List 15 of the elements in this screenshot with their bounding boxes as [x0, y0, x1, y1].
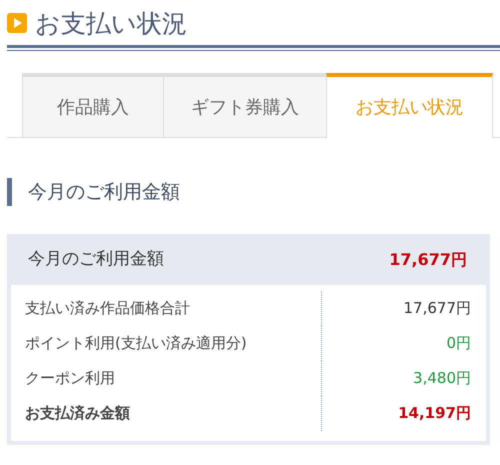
row-label: お支払済み金額: [11, 396, 322, 431]
row-label: 支払い済み作品価格合計: [11, 291, 322, 326]
summary-label: 今月のご利用金額: [28, 248, 164, 271]
summary-amount: 17,677円: [389, 248, 467, 270]
page-title: お支払い状況: [35, 10, 187, 36]
tab[interactable]: ギフト券購入: [163, 73, 327, 137]
tab[interactable]: 作品購入: [22, 73, 164, 137]
row-amount: 17,677円: [402, 298, 472, 320]
section-heading: 今月のご利用金額: [7, 178, 500, 206]
row-label: クーポン利用: [11, 361, 322, 396]
row-amount: 14,197円: [397, 403, 472, 424]
row-amount: 0円: [445, 333, 472, 354]
row-label: ポイント利用(支払い済み適用分): [11, 326, 322, 361]
play-icon: [7, 13, 27, 33]
row-amount: 3,480円: [412, 368, 472, 390]
